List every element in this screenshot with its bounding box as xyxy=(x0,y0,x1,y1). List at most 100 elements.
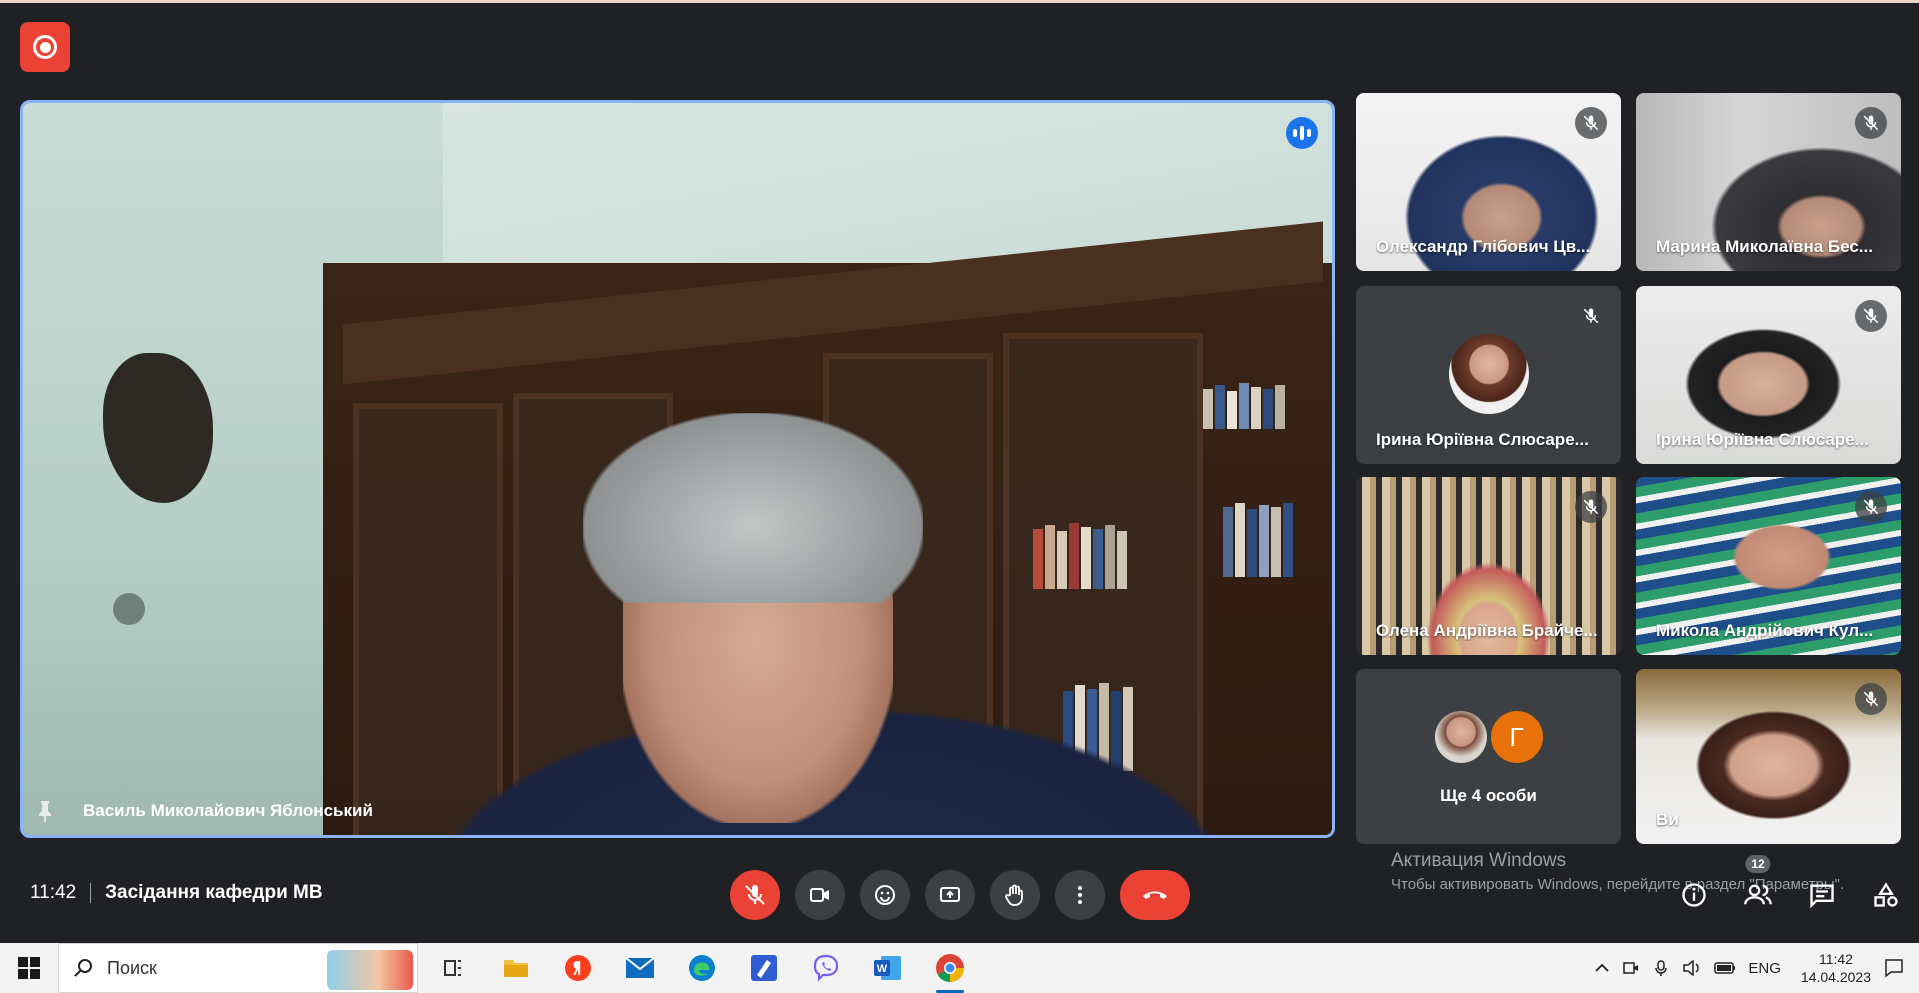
speaking-indicator-icon xyxy=(1286,117,1318,149)
more-participants-tile[interactable]: Г Ще 4 особи xyxy=(1356,669,1621,844)
participant-name: Микола Андрійович Кул... xyxy=(1656,621,1874,640)
clock-date: 14.04.2023 xyxy=(1800,969,1871,985)
participant-name: Марина Миколаївна Бес... xyxy=(1656,237,1873,256)
meeting-info: 11:42 Засідання кафедри МВ xyxy=(30,882,323,904)
input-language[interactable]: ENG xyxy=(1748,960,1781,977)
activation-title: Активация Windows xyxy=(1391,850,1567,871)
mic-off-icon xyxy=(1575,300,1607,332)
windows-logo-icon xyxy=(18,957,40,979)
present-icon xyxy=(940,887,960,902)
window-top-border xyxy=(0,0,1919,3)
recording-button[interactable] xyxy=(20,22,70,72)
system-tray: ENG 11:42 14.04.2023 xyxy=(1594,943,1919,993)
people-icon xyxy=(1744,884,1772,905)
camera-in-use-icon[interactable] xyxy=(1622,959,1640,977)
taskbar-apps: W xyxy=(432,946,972,993)
participant-tile[interactable]: Микола Андрійович Кул... xyxy=(1636,477,1901,655)
raise-hand-button[interactable] xyxy=(990,870,1040,920)
participant-tile[interactable]: Марина Миколаївна Бес... xyxy=(1636,93,1901,271)
chrome-icon xyxy=(936,954,964,982)
svg-text:W: W xyxy=(877,963,888,975)
mic-off-icon xyxy=(1855,683,1887,715)
participant-name: Ірина Юріївна Слюсаре... xyxy=(1376,430,1589,449)
taskbar-search[interactable]: Поиск xyxy=(58,943,418,993)
windows-taskbar: Поиск W ENG 11:42 14.04.2023 xyxy=(0,943,1919,993)
participant-tile[interactable]: Олена Андріївна Брайче... xyxy=(1356,477,1621,655)
reactions-button[interactable] xyxy=(860,870,910,920)
chat-button[interactable] xyxy=(1798,870,1846,920)
camera-toggle-button[interactable] xyxy=(795,870,845,920)
wall-lamp xyxy=(113,593,145,625)
people-count-badge: 12 xyxy=(1745,855,1771,873)
participant-tile[interactable]: Ірина Юріївна Слюсаре... xyxy=(1356,286,1621,464)
divider xyxy=(90,883,92,903)
self-name: Ви xyxy=(1656,810,1679,829)
participant-name: Олена Андріївна Брайче... xyxy=(1376,621,1598,640)
mail-button[interactable] xyxy=(618,946,662,990)
avatar-initial: Г xyxy=(1490,711,1543,763)
activities-button[interactable] xyxy=(1862,870,1910,920)
yandex-browser-button[interactable] xyxy=(556,946,600,990)
hang-up-icon xyxy=(1143,891,1167,899)
mic-off-icon xyxy=(1855,107,1887,139)
record-icon xyxy=(33,35,57,59)
volume-icon[interactable] xyxy=(1682,959,1702,977)
people-button[interactable]: 12 xyxy=(1734,855,1782,920)
avatar xyxy=(1434,711,1487,763)
mic-off-icon xyxy=(745,885,765,905)
mic-off-icon xyxy=(1855,300,1887,332)
start-button[interactable] xyxy=(0,943,58,993)
file-explorer-button[interactable] xyxy=(494,946,538,990)
microphone-toggle-button[interactable] xyxy=(730,870,780,920)
mic-off-icon xyxy=(1575,491,1607,523)
more-participants-label: Ще 4 особи xyxy=(1440,786,1537,805)
search-icon xyxy=(74,959,92,977)
viber-icon xyxy=(813,954,839,982)
avatar xyxy=(1448,334,1529,414)
word-icon: W xyxy=(874,956,901,980)
search-placeholder: Поиск xyxy=(107,957,157,978)
viber-button[interactable] xyxy=(804,946,848,990)
speaker-video xyxy=(23,103,1332,835)
chat-icon xyxy=(1810,884,1834,909)
mic-off-icon xyxy=(1855,491,1887,523)
notifications-icon[interactable] xyxy=(1883,957,1905,979)
main-speaker-name: Василь Миколайович Яблонський xyxy=(83,801,373,820)
edge-browser-button[interactable] xyxy=(680,946,724,990)
design-app-button[interactable] xyxy=(742,946,786,990)
meeting-time: 11:42 xyxy=(30,882,77,903)
word-button[interactable]: W xyxy=(866,946,910,990)
shapes-icon xyxy=(1874,882,1898,907)
meeting-title: Засідання кафедри МВ xyxy=(105,882,323,903)
mic-off-icon xyxy=(1575,107,1607,139)
main-speaker-tile[interactable]: Василь Миколайович Яблонський xyxy=(20,100,1335,838)
emoji-icon xyxy=(875,885,895,905)
leave-call-button[interactable] xyxy=(1120,870,1190,920)
participant-tile[interactable]: Олександр Глібович Цв... xyxy=(1356,93,1621,271)
self-tile[interactable]: Ви xyxy=(1636,669,1901,844)
search-highlight-image xyxy=(327,950,413,990)
info-icon xyxy=(1682,883,1706,907)
task-view-button[interactable] xyxy=(432,946,476,990)
participant-name: Ірина Юріївна Слюсаре... xyxy=(1656,430,1869,449)
participant-name: Олександр Глібович Цв... xyxy=(1376,237,1591,256)
edge-icon xyxy=(689,955,715,981)
taskbar-clock[interactable]: 11:42 14.04.2023 xyxy=(1801,950,1871,986)
yandex-icon xyxy=(565,955,591,981)
battery-icon[interactable] xyxy=(1714,961,1736,975)
more-options-button[interactable] xyxy=(1055,870,1105,920)
pin-icon[interactable] xyxy=(35,799,55,823)
hand-icon xyxy=(1005,884,1023,906)
mic-in-use-icon[interactable] xyxy=(1652,959,1670,977)
mail-icon xyxy=(625,957,655,978)
chrome-button[interactable] xyxy=(928,946,972,993)
meeting-details-button[interactable] xyxy=(1670,870,1718,920)
clock-time: 11:42 xyxy=(1818,951,1853,967)
chevron-up-icon[interactable] xyxy=(1594,960,1610,976)
call-controls xyxy=(730,870,1190,920)
pen-app-icon xyxy=(751,955,777,981)
more-vert-icon xyxy=(1078,886,1082,904)
present-screen-button[interactable] xyxy=(925,870,975,920)
camera-icon xyxy=(810,888,829,902)
participant-tile[interactable]: Ірина Юріївна Слюсаре... xyxy=(1636,286,1901,464)
